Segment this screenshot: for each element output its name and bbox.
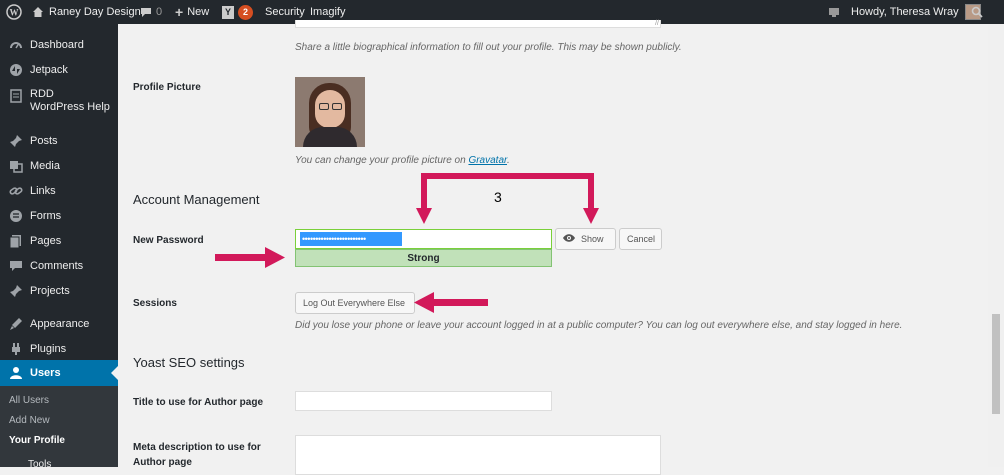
sidebar-item-tools-cutoff[interactable]: Tools [28, 459, 51, 470]
page-scrollbar[interactable] [988, 24, 1004, 467]
comments-count: 0 [156, 6, 163, 18]
forms-icon [6, 206, 26, 226]
sidebar-item-label: Jetpack [30, 63, 68, 76]
show-label: Show [581, 234, 604, 244]
scrollbar-thumb[interactable] [992, 314, 1000, 414]
users-submenu: All Users Add New Your Profile Tools [0, 386, 118, 470]
show-password-button[interactable]: Show [555, 228, 616, 250]
eye-icon [563, 229, 575, 249]
sidebar-item-users[interactable]: Users [0, 360, 118, 386]
password-value: •••••••••••••••••••••••• [300, 232, 402, 246]
links-icon [6, 181, 26, 201]
sidebar-item-label: RDD WordPress Help [30, 88, 110, 113]
log-out-everywhere-button[interactable]: Log Out Everywhere Else [295, 292, 415, 314]
profile-picture-note: You can change your profile picture on G… [295, 155, 510, 166]
sidebar-item-label: Pages [30, 234, 62, 247]
sidebar-item-forms[interactable]: Forms [0, 203, 118, 228]
svg-text:W: W [10, 8, 19, 18]
yoast-seo-heading: Yoast SEO settings [133, 355, 245, 370]
sidebar-item-appearance[interactable]: Appearance [0, 311, 118, 336]
comment-bubble-icon [140, 7, 152, 18]
sessions-description: Did you lose your phone or leave your ac… [295, 320, 903, 331]
step-number: 3 [494, 189, 502, 205]
plus-icon: + [175, 4, 184, 20]
appearance-icon [6, 314, 26, 334]
howdy-label: Howdy, Theresa Wray [851, 6, 959, 18]
sessions-label: Sessions [133, 298, 177, 309]
comments-link[interactable]: 0 [140, 0, 162, 24]
plugins-icon [6, 339, 26, 359]
yoast-menu[interactable]: Y 2 [222, 0, 253, 24]
sidebar-item-label: Media [30, 159, 60, 172]
sidebar-item-pages[interactable]: Pages [0, 228, 118, 253]
site-name-link[interactable]: Raney Day Design [32, 0, 141, 24]
meta-description-label: Meta description to use for Author page [133, 442, 261, 468]
my-account-link[interactable]: Howdy, Theresa Wray [851, 0, 981, 24]
home-icon [32, 6, 44, 18]
sidebar-item-dashboard[interactable]: Dashboard [0, 32, 118, 57]
users-icon [6, 363, 26, 383]
new-content-link[interactable]: + New [175, 0, 209, 24]
biographical-info-textarea[interactable]: // [295, 20, 661, 28]
sidebar-item-label: Comments [30, 259, 84, 272]
screen-icon[interactable] [828, 0, 840, 24]
site-name-label: Raney Day Design [49, 6, 141, 18]
pin-icon [6, 281, 26, 301]
new-label: New [187, 6, 210, 18]
sidebar-item-media[interactable]: Media [0, 153, 118, 178]
password-strength-indicator: Strong [295, 249, 552, 267]
sidebar-item-posts[interactable]: Posts [0, 128, 118, 153]
pages-icon [6, 231, 26, 251]
yoast-icon: Y [222, 5, 234, 19]
yoast-notification-badge: 2 [238, 4, 253, 20]
bio-description: Share a little biographical information … [295, 42, 682, 53]
author-title-label: Title to use for Author page [133, 397, 264, 408]
comments-icon [6, 256, 26, 276]
search-icon[interactable] [971, 0, 983, 24]
dashboard-icon [6, 35, 26, 55]
sidebar-item-label: Links [30, 184, 56, 197]
profile-form: // Share a little biographical informati… [118, 20, 988, 475]
author-title-input[interactable] [295, 391, 552, 411]
gravatar-link[interactable]: Gravatar [468, 155, 507, 166]
wordpress-logo-icon[interactable]: W [6, 0, 22, 24]
sidebar-item-label: Users [30, 367, 61, 379]
submenu-add-new[interactable]: Add New [9, 415, 50, 426]
sidebar-item-label: Posts [30, 134, 58, 147]
sidebar-item-label: Appearance [30, 317, 90, 330]
profile-picture-label: Profile Picture [133, 82, 201, 93]
resize-handle-icon: // [655, 20, 659, 27]
submenu-your-profile[interactable]: Your Profile [9, 435, 65, 446]
sidebar-item-label: Dashboard [30, 38, 84, 51]
sidebar-item-projects[interactable]: Projects [0, 278, 118, 303]
new-password-input[interactable]: •••••••••••••••••••••••• [295, 229, 552, 249]
account-management-heading: Account Management [133, 192, 260, 207]
sidebar-item-label: Projects [30, 284, 70, 297]
cancel-password-button[interactable]: Cancel [619, 228, 662, 250]
sidebar-item-comments[interactable]: Comments [0, 253, 118, 278]
sidebar-item-rdd-help[interactable]: RDD WordPress Help [0, 84, 118, 116]
sidebar-item-label: Forms [30, 209, 62, 222]
sidebar-item-jetpack[interactable]: Jetpack [0, 57, 118, 82]
media-icon [6, 156, 26, 176]
new-password-label: New Password [133, 235, 204, 246]
pin-icon [6, 131, 26, 151]
sidebar-item-label: Plugins [30, 342, 67, 355]
sidebar-item-plugins[interactable]: Plugins [0, 336, 118, 361]
admin-sidebar: Dashboard Jetpack RDD WordPress Help Pos… [0, 24, 118, 470]
profile-picture [295, 77, 365, 147]
submenu-all-users[interactable]: All Users [9, 395, 49, 406]
wordpress-icon [6, 86, 26, 106]
sidebar-item-links[interactable]: Links [0, 178, 118, 203]
meta-description-textarea[interactable] [295, 435, 661, 475]
jetpack-icon [6, 60, 26, 80]
